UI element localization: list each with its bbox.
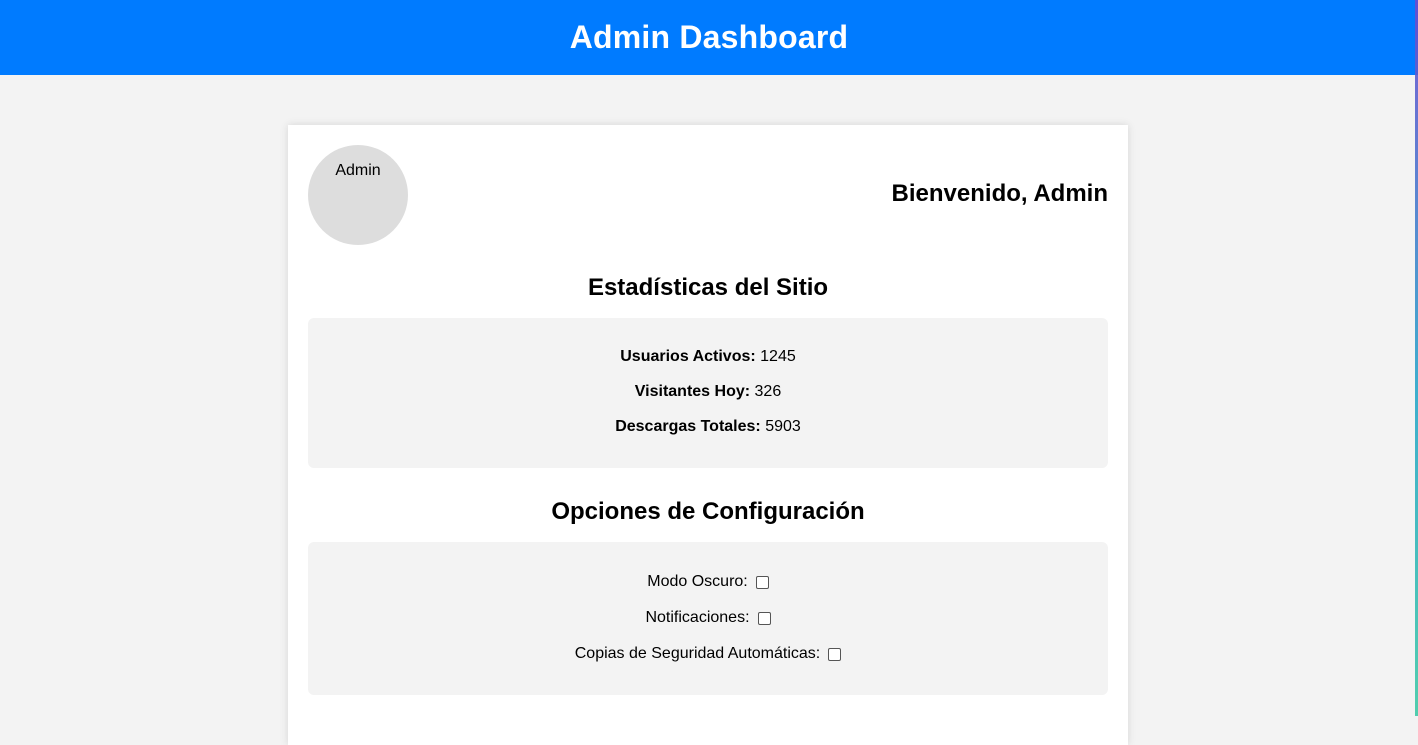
config-panel: Modo Oscuro: Notificaciones: Copias de S… bbox=[308, 542, 1108, 695]
stat-value: 5903 bbox=[765, 418, 801, 435]
stats-section-title: Estadísticas del Sitio bbox=[587, 274, 829, 301]
stat-label: Descargas Totales: bbox=[615, 418, 761, 435]
app-header: Admin Dashboard bbox=[0, 0, 1418, 75]
stat-label: Visitantes Hoy: bbox=[634, 383, 751, 400]
notifications-checkbox[interactable] bbox=[757, 611, 771, 625]
dashboard-card: Admin Bienvenido, Admin Estadísticas del… bbox=[288, 125, 1128, 745]
option-dark-mode: Modo Oscuro: bbox=[308, 573, 1108, 591]
stat-value: 326 bbox=[754, 383, 782, 400]
option-label: Modo Oscuro: bbox=[647, 573, 748, 590]
page-title: Admin Dashboard bbox=[569, 19, 849, 55]
option-label: Copias de Seguridad Automáticas: bbox=[574, 645, 821, 662]
auto-backups-checkbox[interactable] bbox=[828, 647, 842, 661]
option-auto-backups: Copias de Seguridad Automáticas: bbox=[308, 645, 1108, 663]
stat-total-downloads: Descargas Totales: 5903 bbox=[308, 418, 1108, 436]
option-notifications: Notificaciones: bbox=[308, 609, 1108, 627]
stats-panel: Usuarios Activos: 1245 Visitantes Hoy: 3… bbox=[308, 318, 1108, 468]
config-section-title: Opciones de Configuración bbox=[551, 498, 865, 525]
stat-value: 1245 bbox=[760, 348, 796, 365]
stat-active-users: Usuarios Activos: 1245 bbox=[308, 348, 1108, 366]
stat-label: Usuarios Activos: bbox=[620, 348, 756, 365]
option-label: Notificaciones: bbox=[645, 609, 750, 626]
avatar[interactable]: Admin bbox=[308, 145, 408, 245]
stat-visitors-today: Visitantes Hoy: 326 bbox=[308, 383, 1108, 401]
welcome-message: Bienvenido, Admin bbox=[891, 180, 1108, 207]
avatar-label: Admin bbox=[335, 162, 381, 179]
dark-mode-checkbox[interactable] bbox=[755, 575, 769, 589]
